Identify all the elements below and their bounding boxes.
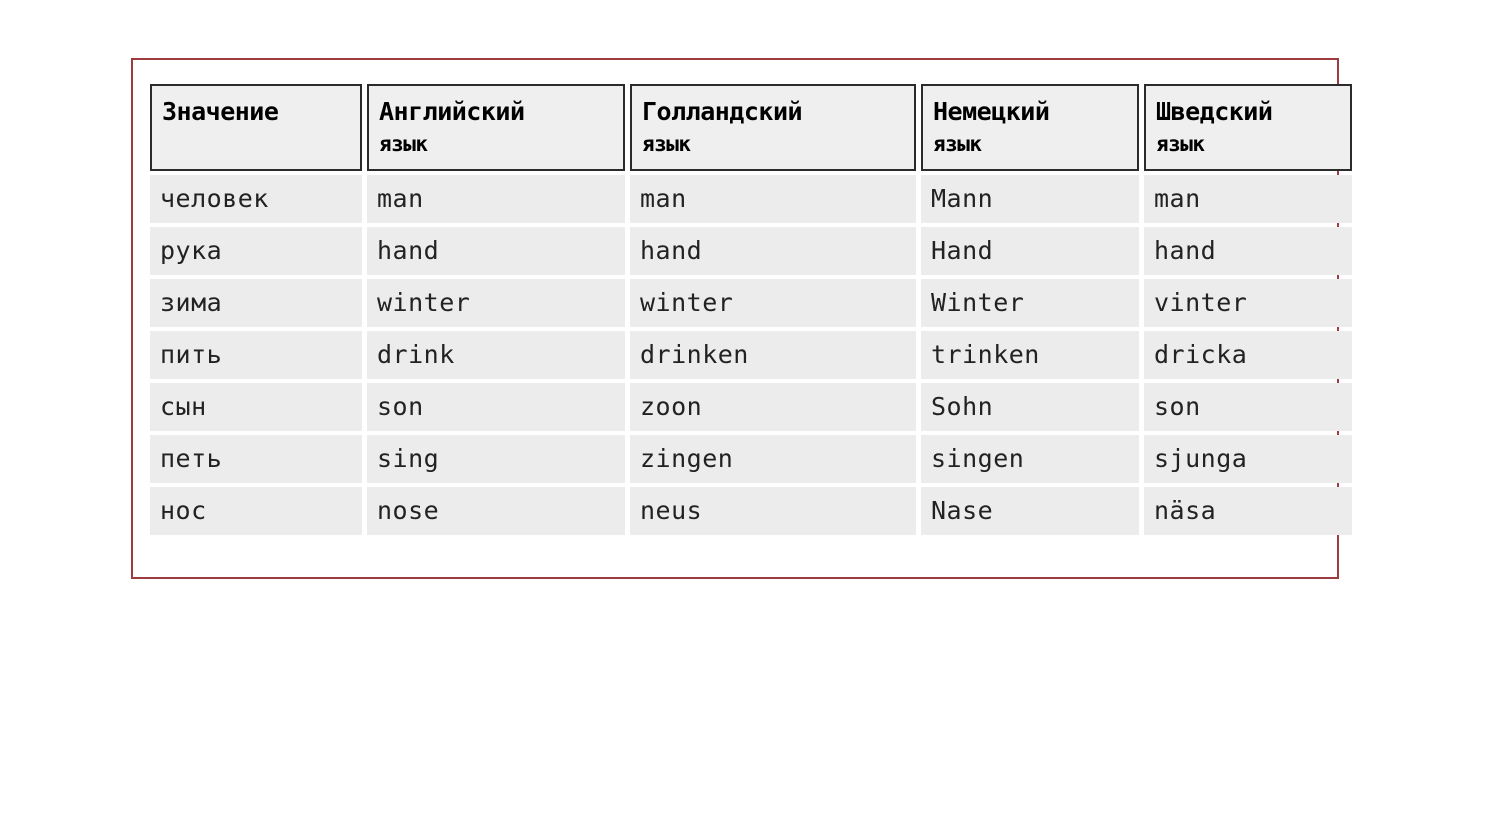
cell-dutch: hand <box>630 227 916 276</box>
cell-german: trinken <box>921 331 1139 380</box>
cell-meaning: человек <box>150 175 362 224</box>
column-header-swedish-subtitle: язык <box>1156 131 1205 156</box>
table-row: петь sing zingen singen sjunga <box>150 435 1352 484</box>
table-row: пить drink drinken trinken dricka <box>150 331 1352 380</box>
cell-swedish: näsa <box>1144 487 1352 536</box>
cell-dutch: zingen <box>630 435 916 484</box>
column-header-dutch: Голландский язык <box>630 84 916 172</box>
column-header-swedish-title: Шведский <box>1156 97 1273 126</box>
column-header-swedish: Шведский язык <box>1144 84 1352 172</box>
cell-english: nose <box>367 487 625 536</box>
cell-swedish: son <box>1144 383 1352 432</box>
column-header-english: Английский язык <box>367 84 625 172</box>
cell-dutch: neus <box>630 487 916 536</box>
cell-german: singen <box>921 435 1139 484</box>
cell-english: son <box>367 383 625 432</box>
column-header-english-title: Английский <box>379 97 525 126</box>
column-header-meaning: Значение <box>150 84 362 172</box>
table-header-row: Значение Английский язык Голландский язы… <box>150 84 1352 172</box>
cell-dutch: drinken <box>630 331 916 380</box>
table-row: человек man man Mann man <box>150 175 1352 224</box>
table-body: человек man man Mann man рука hand hand … <box>150 175 1352 536</box>
cell-dutch: winter <box>630 279 916 328</box>
cell-german: Sohn <box>921 383 1139 432</box>
cell-german: Nase <box>921 487 1139 536</box>
column-header-german: Немецкий язык <box>921 84 1139 172</box>
cell-dutch: man <box>630 175 916 224</box>
table-row: нос nose neus Nase näsa <box>150 487 1352 536</box>
cell-german: Winter <box>921 279 1139 328</box>
cell-english: winter <box>367 279 625 328</box>
cell-swedish: dricka <box>1144 331 1352 380</box>
cell-german: Mann <box>921 175 1139 224</box>
cell-swedish: man <box>1144 175 1352 224</box>
page-canvas: Значение Английский язык Голландский язы… <box>0 0 1512 829</box>
cell-english: hand <box>367 227 625 276</box>
cell-meaning: рука <box>150 227 362 276</box>
column-header-meaning-title: Значение <box>162 97 279 126</box>
table-header: Значение Английский язык Голландский язы… <box>150 84 1352 172</box>
cell-english: sing <box>367 435 625 484</box>
column-header-german-title: Немецкий <box>933 97 1050 126</box>
cell-meaning: петь <box>150 435 362 484</box>
column-header-german-subtitle: язык <box>933 131 982 156</box>
column-header-english-subtitle: язык <box>379 131 428 156</box>
cell-meaning: зима <box>150 279 362 328</box>
table-row: зима winter winter Winter vinter <box>150 279 1352 328</box>
cell-swedish: vinter <box>1144 279 1352 328</box>
germanic-cognates-table: Значение Английский язык Голландский язы… <box>145 80 1357 539</box>
table-row: рука hand hand Hand hand <box>150 227 1352 276</box>
table-row: сын son zoon Sohn son <box>150 383 1352 432</box>
cell-english: man <box>367 175 625 224</box>
cell-meaning: нос <box>150 487 362 536</box>
cell-swedish: hand <box>1144 227 1352 276</box>
cell-dutch: zoon <box>630 383 916 432</box>
column-header-dutch-subtitle: язык <box>642 131 691 156</box>
column-header-dutch-title: Голландский <box>642 97 803 126</box>
cell-swedish: sjunga <box>1144 435 1352 484</box>
cell-meaning: сын <box>150 383 362 432</box>
cell-english: drink <box>367 331 625 380</box>
table-outer-frame: Значение Английский язык Голландский язы… <box>131 58 1352 579</box>
cell-german: Hand <box>921 227 1139 276</box>
cell-meaning: пить <box>150 331 362 380</box>
